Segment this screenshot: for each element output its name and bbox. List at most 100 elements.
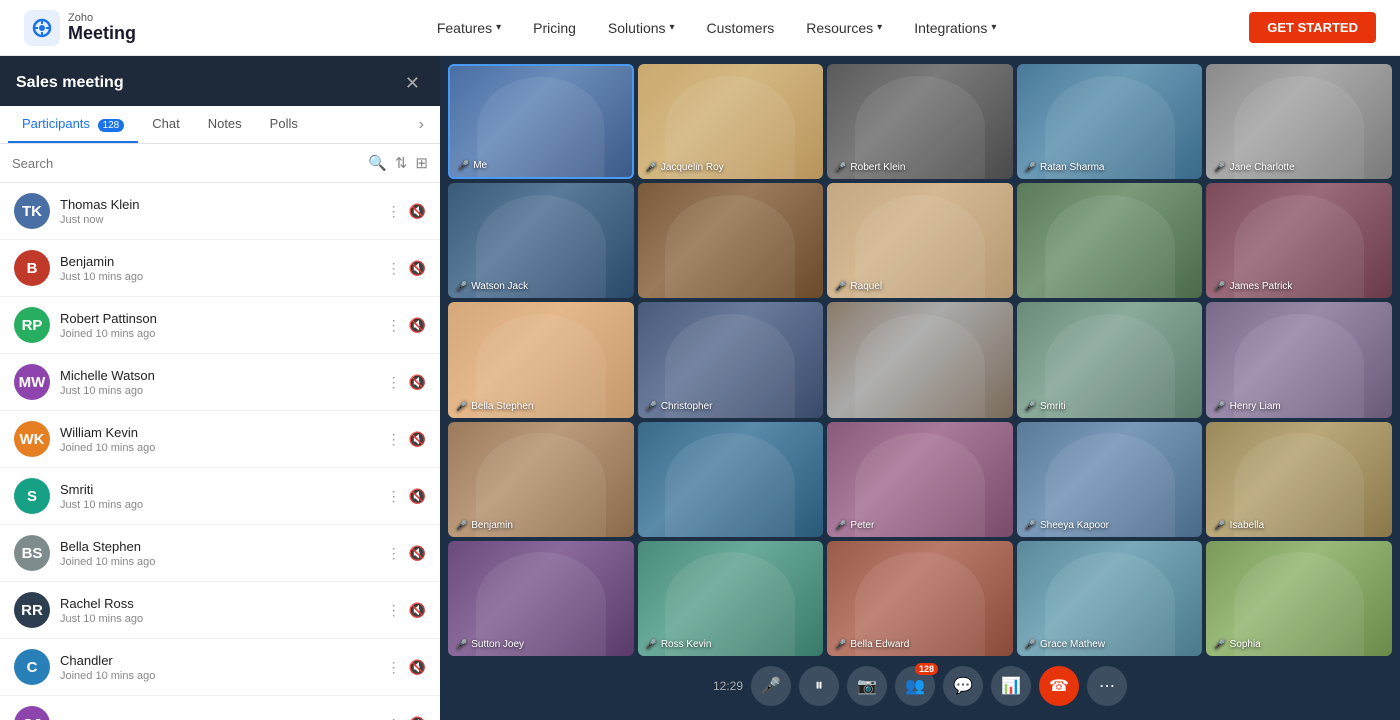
video-cell[interactable]: 🎤 Ross Kevin [638, 541, 824, 656]
main-content: Sales meeting ✕ Participants 128 Chat No… [0, 56, 1400, 720]
participant-name: Bella Stephen [60, 539, 377, 554]
more-options-icon[interactable]: ⋮ [387, 602, 401, 619]
video-cell[interactable]: 🎤 Grace Mathew [1017, 541, 1203, 656]
sidebar-tabs: Participants 128 Chat Notes Polls › [0, 106, 440, 144]
video-cell[interactable]: 🎤 Peter [827, 422, 1013, 537]
mic-indicator-icon: 🎤 [835, 281, 846, 292]
nav-pricing[interactable]: Pricing [519, 12, 590, 44]
participant-name: Sutton Joey [60, 717, 377, 720]
video-cell[interactable]: 🎤 Raquel [827, 183, 1013, 298]
share-button[interactable]: 📊 [991, 666, 1031, 706]
video-cell[interactable]: 🎤 Jacquelin Roy [638, 64, 824, 179]
video-cell[interactable]: 🎤 Bella Stephen [448, 302, 634, 417]
video-cell[interactable]: 🎤 Me [448, 64, 634, 179]
mute-icon[interactable]: 🔇 [409, 431, 426, 448]
video-cell[interactable] [638, 422, 824, 537]
video-cell[interactable]: 🎤 Watson Jack [448, 183, 634, 298]
video-cell[interactable]: 🎤 Henry Liam [1206, 302, 1392, 417]
avatar: SJ [14, 706, 50, 720]
end-call-button[interactable]: ☎ [1039, 666, 1079, 706]
search-icons: 🔍 ⇅ ⊞ [368, 154, 428, 172]
filter-icon[interactable]: ⊞ [415, 154, 428, 172]
video-cell[interactable]: 🎤 Ratan Sharma [1017, 64, 1203, 179]
avatar: C [14, 649, 50, 685]
tab-notes[interactable]: Notes [194, 106, 256, 143]
tab-more-icon[interactable]: › [411, 108, 432, 142]
video-participant-label: 🎤 Sheeya Kapoor [1025, 520, 1109, 531]
pause-button[interactable]: ⏸ [799, 666, 839, 706]
nav-features[interactable]: Features▾ [423, 12, 515, 44]
mute-icon[interactable]: 🔇 [409, 716, 426, 720]
get-started-button[interactable]: GET STARTED [1249, 12, 1376, 43]
tab-polls[interactable]: Polls [256, 106, 312, 143]
mic-indicator-icon: 🎤 [835, 162, 846, 173]
video-cell[interactable]: 🎤 Christopher [638, 302, 824, 417]
video-cell[interactable]: 🎤 Smriti [1017, 302, 1203, 417]
sort-icon[interactable]: ⇅ [395, 154, 408, 172]
video-participant-label: 🎤 Jacquelin Roy [646, 162, 724, 173]
video-cell[interactable]: 🎤 Benjamin [448, 422, 634, 537]
more-button[interactable]: ⋯ [1087, 666, 1127, 706]
video-cell[interactable]: 🎤 Isabella [1206, 422, 1392, 537]
more-options-icon[interactable]: ⋮ [387, 374, 401, 391]
mute-icon[interactable]: 🔇 [409, 203, 426, 220]
tab-participants[interactable]: Participants 128 [8, 106, 138, 143]
search-input[interactable] [12, 156, 360, 171]
nav-customers[interactable]: Customers [693, 12, 789, 44]
more-options-icon[interactable]: ⋮ [387, 203, 401, 220]
participant-name: Rachel Ross [60, 596, 377, 611]
video-cell[interactable] [827, 302, 1013, 417]
video-cell[interactable]: 🎤 Sutton Joey [448, 541, 634, 656]
participant-actions: ⋮ 🔇 [387, 602, 426, 619]
mute-icon[interactable]: 🔇 [409, 659, 426, 676]
chevron-down-icon: ▾ [496, 22, 501, 33]
sidebar: Sales meeting ✕ Participants 128 Chat No… [0, 56, 440, 720]
mute-icon[interactable]: 🔇 [409, 545, 426, 562]
search-icon[interactable]: 🔍 [368, 154, 387, 172]
mute-icon[interactable]: 🔇 [409, 488, 426, 505]
video-participant-label: 🎤 Raquel [835, 281, 882, 292]
participant-item: C Chandler Joined 10 mins ago ⋮ 🔇 [0, 639, 440, 696]
more-options-icon[interactable]: ⋮ [387, 260, 401, 277]
video-cell[interactable]: 🎤 James Patrick [1206, 183, 1392, 298]
mic-button[interactable]: 🎤 [751, 666, 791, 706]
participants-list: TK Thomas Klein Just now ⋮ 🔇 B Benjamin … [0, 183, 440, 720]
more-options-icon[interactable]: ⋮ [387, 545, 401, 562]
participant-info: Sutton Joey [60, 717, 377, 720]
nav-integrations[interactable]: Integrations▾ [900, 12, 1010, 44]
participant-name: Smriti [60, 482, 377, 497]
participants-button[interactable]: 👥 128 [895, 666, 935, 706]
camera-button[interactable]: 📷 [847, 666, 887, 706]
video-cell[interactable]: 🎤 Sheeya Kapoor [1017, 422, 1203, 537]
more-options-icon[interactable]: ⋮ [387, 488, 401, 505]
mic-indicator-icon: 🎤 [456, 639, 467, 650]
more-options-icon[interactable]: ⋮ [387, 716, 401, 720]
sidebar-search: 🔍 ⇅ ⊞ [0, 144, 440, 183]
participant-name: Benjamin [60, 254, 377, 269]
mute-icon[interactable]: 🔇 [409, 317, 426, 334]
video-cell[interactable]: 🎤 Bella Edward [827, 541, 1013, 656]
nav-solutions[interactable]: Solutions▾ [594, 12, 689, 44]
participant-info: William Kevin Joined 10 mins ago [60, 425, 377, 454]
mic-indicator-icon: 🎤 [1214, 520, 1225, 531]
mute-icon[interactable]: 🔇 [409, 602, 426, 619]
video-cell[interactable]: 🎤 Robert Klein [827, 64, 1013, 179]
video-cell[interactable] [638, 183, 824, 298]
mute-icon[interactable]: 🔇 [409, 260, 426, 277]
participant-info: Chandler Joined 10 mins ago [60, 653, 377, 682]
participant-name: Michelle Watson [60, 368, 377, 383]
more-options-icon[interactable]: ⋮ [387, 431, 401, 448]
close-button[interactable]: ✕ [401, 70, 424, 96]
participant-actions: ⋮ 🔇 [387, 716, 426, 720]
chat-button[interactable]: 💬 [943, 666, 983, 706]
video-cell[interactable] [1017, 183, 1203, 298]
video-cell[interactable]: 🎤 Sophia [1206, 541, 1392, 656]
more-options-icon[interactable]: ⋮ [387, 317, 401, 334]
more-options-icon[interactable]: ⋮ [387, 659, 401, 676]
mute-icon[interactable]: 🔇 [409, 374, 426, 391]
time-display: 12:29 [713, 666, 743, 706]
nav-resources[interactable]: Resources▾ [792, 12, 896, 44]
logo-icon [24, 10, 60, 46]
video-cell[interactable]: 🎤 Jane Charlotte [1206, 64, 1392, 179]
tab-chat[interactable]: Chat [138, 106, 193, 143]
